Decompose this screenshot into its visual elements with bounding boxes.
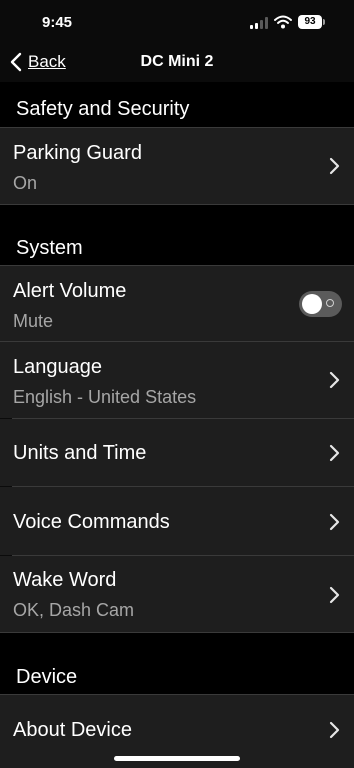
status-bar: 9:45 93 (0, 0, 354, 44)
section-title: Safety and Security (16, 98, 190, 120)
row-value: English - United States (13, 387, 197, 407)
language-row[interactable]: Language English - United States (0, 342, 354, 418)
row-value: On (13, 173, 38, 193)
status-time: 9:45 (42, 14, 73, 31)
battery-icon: 93 (298, 15, 322, 29)
chevron-right-icon (329, 157, 340, 175)
row-title: Units and Time (13, 442, 147, 464)
navigation-bar: Back DC Mini 2 (0, 44, 354, 80)
row-title: Alert Volume (13, 280, 127, 302)
wifi-icon (274, 15, 292, 29)
page-title: DC Mini 2 (140, 53, 214, 70)
row-value: Mute (13, 311, 54, 331)
alert-volume-toggle[interactable] (299, 291, 342, 317)
signal-icon (250, 17, 268, 29)
chevron-right-icon (329, 513, 340, 531)
row-title: Wake Word (13, 569, 117, 591)
section-header-system: System (0, 205, 354, 265)
chevron-right-icon (329, 721, 340, 739)
alert-volume-row: Alert Volume Mute (0, 266, 354, 341)
battery-tip (323, 19, 325, 25)
section-header-safety: Safety and Security (0, 82, 354, 127)
toggle-off-indicator-icon (326, 299, 334, 307)
parking-guard-row[interactable]: Parking Guard On (0, 128, 354, 204)
row-title: Language (13, 356, 102, 378)
row-title: About Device (13, 719, 132, 741)
section-title: System (16, 237, 83, 259)
chevron-right-icon (329, 444, 340, 462)
row-title: Voice Commands (13, 511, 170, 533)
chevron-right-icon (329, 371, 340, 389)
chevron-right-icon (329, 586, 340, 604)
row-title: Parking Guard (13, 142, 142, 164)
toggle-knob (302, 294, 322, 314)
wake-word-row[interactable]: Wake Word OK, Dash Cam (0, 556, 354, 632)
voice-commands-row[interactable]: Voice Commands (0, 487, 354, 555)
section-header-device: Device (0, 633, 354, 694)
home-indicator[interactable] (114, 756, 240, 761)
row-value: OK, Dash Cam (13, 600, 135, 620)
section-title: Device (16, 666, 78, 688)
units-and-time-row[interactable]: Units and Time (0, 419, 354, 486)
